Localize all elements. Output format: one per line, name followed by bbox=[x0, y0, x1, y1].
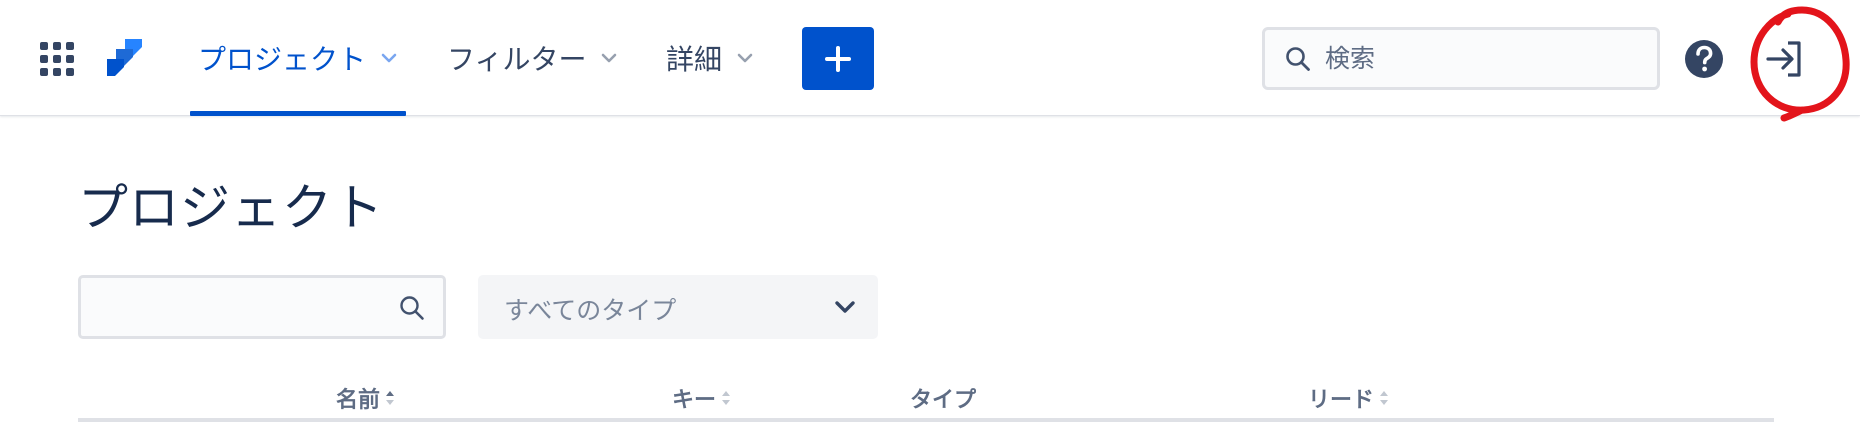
nav-filters-label: フィルター bbox=[447, 43, 587, 76]
search-icon bbox=[1286, 47, 1310, 71]
nav-projects[interactable]: プロジェクト bbox=[189, 0, 407, 116]
projects-table-header: 名前 キー タイプ リード bbox=[78, 374, 1774, 426]
project-filter-field[interactable] bbox=[95, 288, 395, 326]
create-button[interactable] bbox=[802, 27, 874, 90]
chevron-down-icon bbox=[381, 53, 397, 63]
nav-filters[interactable]: フィルター bbox=[447, 0, 618, 116]
column-header-label: タイプ bbox=[910, 388, 977, 413]
nav-more-label: 詳細 bbox=[666, 43, 723, 76]
sort-icon bbox=[1380, 391, 1389, 405]
login-icon[interactable] bbox=[1763, 37, 1807, 81]
project-type-select[interactable]: すべてのタイプ bbox=[478, 275, 878, 339]
chevron-down-icon bbox=[835, 301, 855, 313]
plus-icon bbox=[825, 45, 851, 72]
sort-icon bbox=[386, 391, 395, 405]
project-type-select-value: すべてのタイプ bbox=[504, 296, 677, 325]
column-header-name[interactable]: 名前 bbox=[336, 382, 396, 414]
help-icon[interactable] bbox=[1684, 39, 1724, 79]
table-header-divider bbox=[78, 418, 1774, 422]
nav-more[interactable]: 詳細 bbox=[666, 0, 754, 116]
page-title: プロジェクト bbox=[78, 179, 384, 237]
column-header-label: キー bbox=[672, 388, 717, 413]
chevron-down-icon bbox=[602, 53, 617, 63]
project-filter-input[interactable] bbox=[78, 275, 446, 339]
sort-icon bbox=[722, 391, 731, 405]
nav-projects-label: プロジェクト bbox=[198, 43, 367, 76]
column-header-lead[interactable]: リード bbox=[1308, 382, 1390, 414]
app-switcher-icon[interactable] bbox=[40, 42, 74, 76]
global-search[interactable] bbox=[1262, 27, 1660, 90]
jira-logo-icon[interactable] bbox=[102, 36, 148, 82]
chevron-down-icon bbox=[737, 53, 753, 63]
column-header-label: 名前 bbox=[336, 388, 381, 413]
column-header-label: リード bbox=[1308, 388, 1375, 413]
search-icon bbox=[400, 296, 424, 320]
top-navigation-bar: プロジェクト フィルター 詳細 bbox=[0, 0, 1860, 116]
global-search-input[interactable] bbox=[1325, 38, 1645, 78]
column-header-key[interactable]: キー bbox=[672, 382, 732, 414]
column-header-type: タイプ bbox=[910, 382, 976, 414]
